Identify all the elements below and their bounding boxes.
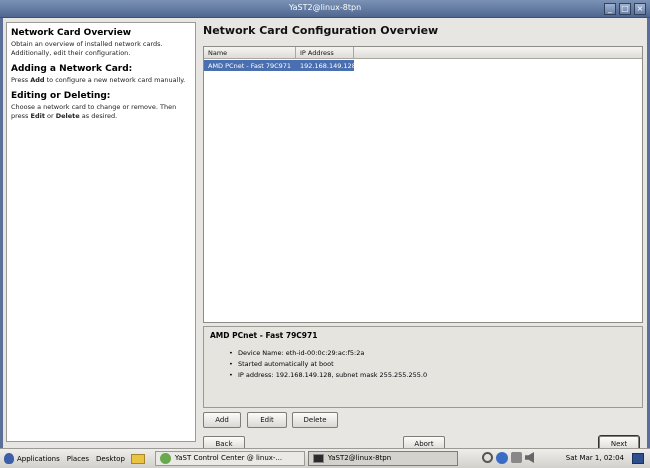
- table-header: Name IP Address: [204, 47, 642, 59]
- yast-icon: [159, 453, 171, 464]
- help-text-part: to configure a new network card manually…: [44, 76, 186, 84]
- maximize-button[interactable]: □: [619, 3, 631, 15]
- help-text-bold-edit: Edit: [30, 112, 45, 120]
- taskbar-task-yast2[interactable]: YaST2@linux-8tpn: [307, 451, 458, 466]
- help-text-part: or: [44, 112, 56, 120]
- network-card-table: Name IP Address AMD PCnet - Fast 79C971 …: [203, 46, 643, 323]
- clock[interactable]: Sat Mar 1, 02:04: [566, 454, 624, 462]
- help-pane: Network Card Overview Obtain an overview…: [6, 22, 196, 442]
- help-heading-overview: Network Card Overview: [11, 28, 132, 38]
- system-tray: [482, 452, 534, 464]
- network-icon[interactable]: [496, 452, 508, 464]
- update-icon[interactable]: [511, 452, 522, 463]
- taskbar-menus: Applications Places Desktop: [4, 453, 145, 464]
- task-label: YaST Control Center @ linux-...: [174, 454, 283, 462]
- window-title: YaST2@linux-8tpn: [288, 3, 362, 12]
- detail-ip-address: IP address: 192.168.149.128, subnet mask…: [229, 370, 636, 381]
- window-frame: Network Card Overview Obtain an overview…: [0, 18, 650, 452]
- details-list: Device Name: eth-id-00:0c:29:ac:f5:2a St…: [210, 348, 636, 381]
- column-header-name[interactable]: Name: [204, 47, 296, 58]
- help-text-editing: Choose a network card to change or remov…: [11, 103, 191, 121]
- help-text-overview: Obtain an overview of installed network …: [11, 40, 163, 57]
- add-button[interactable]: Add: [203, 412, 241, 428]
- taskbar: Applications Places Desktop YaST Control…: [0, 448, 650, 468]
- detail-device-name: Device Name: eth-id-00:0c:29:ac:f5:2a: [229, 348, 636, 359]
- details-header: AMD PCnet - Fast 79C971: [210, 331, 318, 340]
- task-label: YaST2@linux-8tpn: [327, 454, 392, 462]
- cell-card-name: AMD PCnet - Fast 79C971: [204, 60, 296, 71]
- help-text-bold-delete: Delete: [55, 112, 80, 120]
- detail-startup: Started automatically at boot: [229, 359, 636, 370]
- window-controls: _ □ ×: [604, 3, 646, 15]
- search-icon[interactable]: [482, 452, 493, 463]
- help-text-part: Press: [11, 76, 31, 84]
- taskbar-task-control-center[interactable]: YaST Control Center @ linux-...: [154, 451, 305, 466]
- distro-logo-icon[interactable]: [4, 453, 14, 464]
- close-button[interactable]: ×: [634, 3, 646, 15]
- help-text-bold-add: Add: [30, 76, 45, 84]
- volume-icon[interactable]: [525, 452, 534, 463]
- launcher-folder-icon[interactable]: [130, 453, 145, 464]
- terminal-icon: [312, 454, 324, 463]
- minimize-button[interactable]: _: [604, 3, 616, 15]
- table-row[interactable]: AMD PCnet - Fast 79C971 192.168.149.128: [204, 60, 642, 71]
- menu-applications[interactable]: Applications: [17, 455, 60, 463]
- cell-ip-address: 192.168.149.128: [296, 60, 354, 71]
- card-details-panel: AMD PCnet - Fast 79C971 Device Name: eth…: [203, 326, 643, 408]
- show-desktop-icon[interactable]: [632, 453, 644, 464]
- help-heading-editing: Editing or Deleting:: [11, 91, 111, 101]
- help-text-part: as desired.: [79, 112, 118, 120]
- column-header-ip[interactable]: IP Address: [296, 47, 354, 58]
- delete-button[interactable]: Delete: [292, 412, 338, 428]
- help-heading-adding: Adding a Network Card:: [11, 64, 133, 74]
- menu-desktop[interactable]: Desktop: [96, 455, 125, 463]
- menu-places[interactable]: Places: [67, 455, 89, 463]
- edit-button[interactable]: Edit: [247, 412, 287, 428]
- window-titlebar: YaST2@linux-8tpn _ □ ×: [0, 0, 650, 18]
- page-title: Network Card Configuration Overview: [203, 24, 439, 37]
- help-text-adding: Press Add to configure a new network car…: [11, 76, 191, 85]
